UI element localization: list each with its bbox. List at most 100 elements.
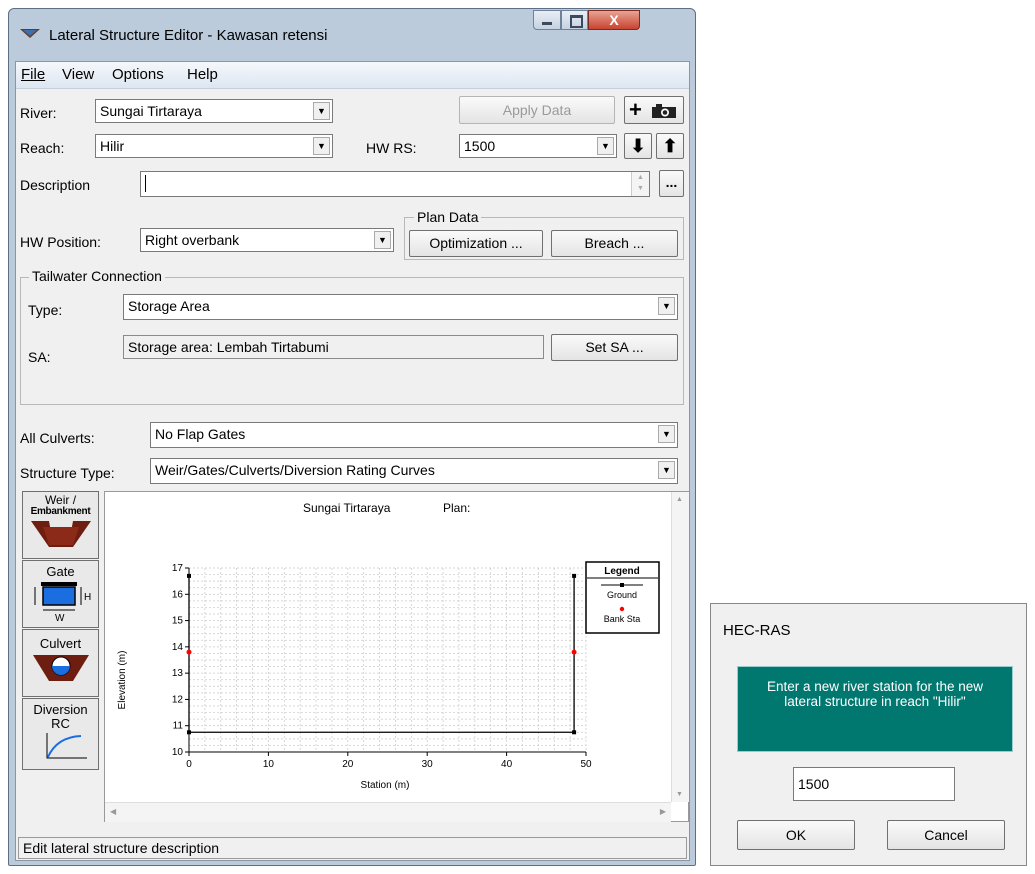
reach-label: Reach: xyxy=(20,140,65,156)
cancel-button[interactable]: Cancel xyxy=(887,820,1005,850)
gate-icon: H W xyxy=(34,582,91,624)
legend-bank-sta-label: Bank Sta xyxy=(604,614,641,624)
type-label: Type: xyxy=(28,302,63,318)
hw-position-label: HW Position: xyxy=(20,234,101,250)
hw-rs-select[interactable]: 1500 ▼ xyxy=(459,134,617,158)
description-edit-button[interactable]: ... xyxy=(659,170,684,197)
hec-ras-dialog: HEC-RAS Enter a new river station for th… xyxy=(710,603,1027,866)
menu-options[interactable]: Options xyxy=(112,66,164,83)
maximize-button[interactable] xyxy=(561,10,588,30)
structure-type-value: Weir/Gates/Culverts/Diversion Rating Cur… xyxy=(155,462,435,478)
description-scrollbar[interactable]: ▲ ▼ xyxy=(631,172,649,196)
tailwater-connection-title: Tailwater Connection xyxy=(29,268,165,284)
diversion-label-1: Diversion xyxy=(33,702,88,717)
weir-icon xyxy=(30,521,91,547)
river-station-value: 1500 xyxy=(798,776,830,792)
gate-label: Gate xyxy=(46,564,75,579)
hw-position-select[interactable]: Right overbank ▼ xyxy=(140,228,394,252)
hw-rs-label: HW RS: xyxy=(366,140,417,156)
chart-plan-label: Plan: xyxy=(443,501,470,515)
scroll-up-icon: ▲ xyxy=(676,496,683,503)
weir-label-2: Embankment xyxy=(30,506,91,517)
ground-point xyxy=(572,730,577,735)
hw-position-value: Right overbank xyxy=(145,232,240,248)
reach-select[interactable]: Hilir ▼ xyxy=(95,134,333,158)
river-station-input[interactable]: 1500 xyxy=(793,767,955,801)
ground-line xyxy=(188,575,575,733)
hw-rs-value: 1500 xyxy=(464,138,496,154)
tailwater-type-select[interactable]: Storage Area ▼ xyxy=(123,294,678,320)
x-tick-label: 50 xyxy=(580,759,592,770)
x-tick-label: 40 xyxy=(501,759,513,770)
sa-label: SA: xyxy=(28,349,51,365)
y-tick-label: 11 xyxy=(173,721,184,732)
x-tick-label: 20 xyxy=(342,759,354,770)
ok-button[interactable]: OK xyxy=(737,820,855,850)
chart-title: Sungai Tirtaraya xyxy=(303,501,391,515)
dialog-message-panel: Enter a new river station for the new la… xyxy=(737,666,1013,752)
chevron-down-icon: ▼ xyxy=(313,102,330,120)
description-input[interactable]: ▲ ▼ xyxy=(140,171,650,197)
menu-help[interactable]: Help xyxy=(187,66,218,83)
y-tick-label: 14 xyxy=(172,642,184,653)
description-label: Description xyxy=(20,177,91,193)
diversion-rc-button[interactable]: Diversion RC xyxy=(22,698,99,770)
plot-horizontal-scrollbar[interactable]: ◀ ▶ xyxy=(105,802,671,822)
apply-data-button[interactable]: Apply Data xyxy=(459,96,615,124)
scroll-right-icon: ▶ xyxy=(659,807,666,816)
weir-embankment-button[interactable]: Weir / Embankment xyxy=(22,491,99,559)
close-button[interactable]: X xyxy=(588,10,640,30)
structure-type-select[interactable]: Weir/Gates/Culverts/Diversion Rating Cur… xyxy=(150,458,678,484)
plot-vertical-scrollbar[interactable]: ▲ ▼ xyxy=(671,492,689,802)
culvert-button[interactable]: Culvert xyxy=(22,629,99,697)
y-tick-label: 17 xyxy=(172,563,184,574)
gate-button[interactable]: Gate H W xyxy=(22,560,99,628)
y-axis-label: Elevation (m) xyxy=(117,651,128,710)
maximize-icon xyxy=(570,15,583,28)
river-select[interactable]: Sungai Tirtaraya ▼ xyxy=(95,99,333,123)
ground-point xyxy=(572,573,577,578)
minimize-button[interactable] xyxy=(533,10,561,30)
app-icon xyxy=(19,26,41,43)
legend-ground-marker xyxy=(620,583,624,587)
menu-bar: File View Options Help xyxy=(16,62,689,89)
storage-area-value: Storage area: Lembah Tirtabumi xyxy=(128,339,329,355)
plot-area: Sungai Tirtaraya Plan: Station (m) Eleva… xyxy=(104,491,689,822)
editor-client-area: File View Options Help River: Sungai Tir… xyxy=(15,61,690,861)
menu-view[interactable]: View xyxy=(62,66,94,83)
all-culverts-select[interactable]: No Flap Gates ▼ xyxy=(150,422,678,448)
menu-file[interactable]: File xyxy=(21,66,45,83)
status-text: Edit lateral structure description xyxy=(23,840,220,856)
river-value: Sungai Tirtaraya xyxy=(100,103,202,119)
y-tick-label: 13 xyxy=(172,668,184,679)
optimization-button[interactable]: Optimization ... xyxy=(409,230,543,257)
window-title: Lateral Structure Editor - Kawasan reten… xyxy=(49,27,328,44)
text-cursor xyxy=(145,175,146,192)
status-bar: Edit lateral structure description xyxy=(18,837,687,859)
reach-value: Hilir xyxy=(100,138,125,154)
x-axis-label: Station (m) xyxy=(361,780,410,791)
dialog-message-line1: Enter a new river station for the new xyxy=(766,679,984,694)
culvert-label: Culvert xyxy=(39,636,82,651)
add-structure-button[interactable]: + xyxy=(624,96,684,124)
all-culverts-value: No Flap Gates xyxy=(155,426,246,442)
title-bar[interactable]: Lateral Structure Editor - Kawasan reten… xyxy=(9,9,695,59)
arrow-up-icon: ⬆ xyxy=(662,136,678,156)
bank-sta-point xyxy=(186,649,192,655)
chart-grid: 0 10 20 30 40 501011121314151617 xyxy=(172,563,592,770)
chart-legend: Legend Ground Bank Sta xyxy=(585,561,660,634)
gate-w-label: W xyxy=(55,613,65,623)
breach-button[interactable]: Breach ... xyxy=(551,230,678,257)
x-tick-label: 0 xyxy=(186,759,192,770)
previous-station-button[interactable]: ⬇ xyxy=(624,133,652,159)
y-tick-label: 16 xyxy=(172,589,184,600)
next-station-button[interactable]: ⬆ xyxy=(656,133,684,159)
legend-title: Legend xyxy=(604,566,640,577)
set-sa-button[interactable]: Set SA ... xyxy=(551,334,678,361)
camera-icon xyxy=(651,103,679,122)
structure-type-label: Structure Type: xyxy=(20,465,115,481)
ground-point xyxy=(187,730,191,735)
dialog-title: HEC-RAS xyxy=(723,622,791,639)
chevron-down-icon: ▼ xyxy=(374,231,391,249)
bank-sta-point xyxy=(571,649,577,655)
